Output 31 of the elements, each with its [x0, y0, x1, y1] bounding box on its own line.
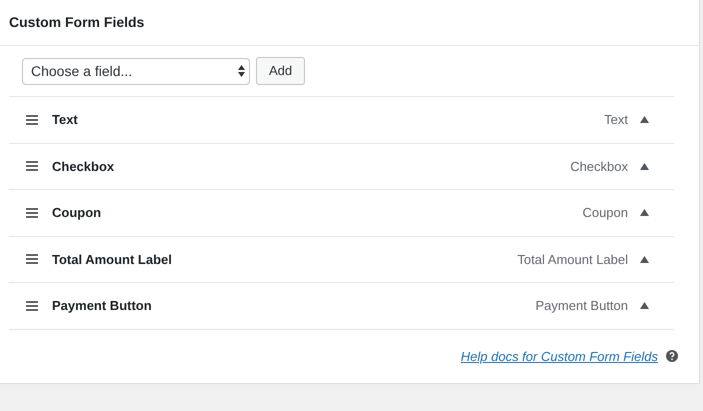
select-arrows-icon [238, 65, 245, 77]
drag-handle-icon[interactable] [26, 300, 38, 311]
panel-title: Custom Form Fields [9, 13, 144, 32]
triangle-up-icon[interactable] [640, 162, 649, 170]
field-row[interactable]: Checkbox Checkbox [9, 144, 674, 190]
drag-handle-icon[interactable] [26, 114, 38, 125]
field-label: Payment Button [52, 297, 152, 315]
field-select[interactable]: Choose a field... [22, 58, 250, 84]
drag-handle-icon[interactable] [26, 161, 38, 172]
field-type: Checkbox [570, 158, 628, 176]
field-type: Coupon [582, 204, 628, 222]
triangle-up-icon[interactable] [640, 302, 649, 310]
field-label: Text [52, 111, 78, 129]
triangle-up-icon[interactable] [640, 209, 649, 216]
field-type: Payment Button [536, 297, 628, 315]
drag-handle-icon[interactable] [26, 254, 38, 264]
triangle-up-icon[interactable] [640, 116, 649, 124]
help-link[interactable]: Help docs for Custom Form Fields [460, 346, 658, 366]
add-button[interactable]: Add [256, 57, 306, 85]
field-row[interactable]: Payment Button Payment Button [9, 283, 674, 330]
triangle-up-icon[interactable] [640, 256, 649, 263]
drag-handle-icon[interactable] [26, 208, 38, 218]
field-row[interactable]: Text Text [9, 97, 674, 144]
field-label: Total Amount Label [52, 250, 172, 268]
field-row[interactable]: Total Amount Label Total Amount Label [9, 236, 674, 283]
field-type: Text [604, 111, 628, 129]
field-type: Total Amount Label [517, 250, 628, 268]
field-label: Checkbox [52, 158, 114, 176]
help-icon[interactable] [666, 350, 678, 362]
field-row[interactable]: Coupon Coupon [9, 190, 674, 236]
field-label: Coupon [52, 204, 102, 222]
